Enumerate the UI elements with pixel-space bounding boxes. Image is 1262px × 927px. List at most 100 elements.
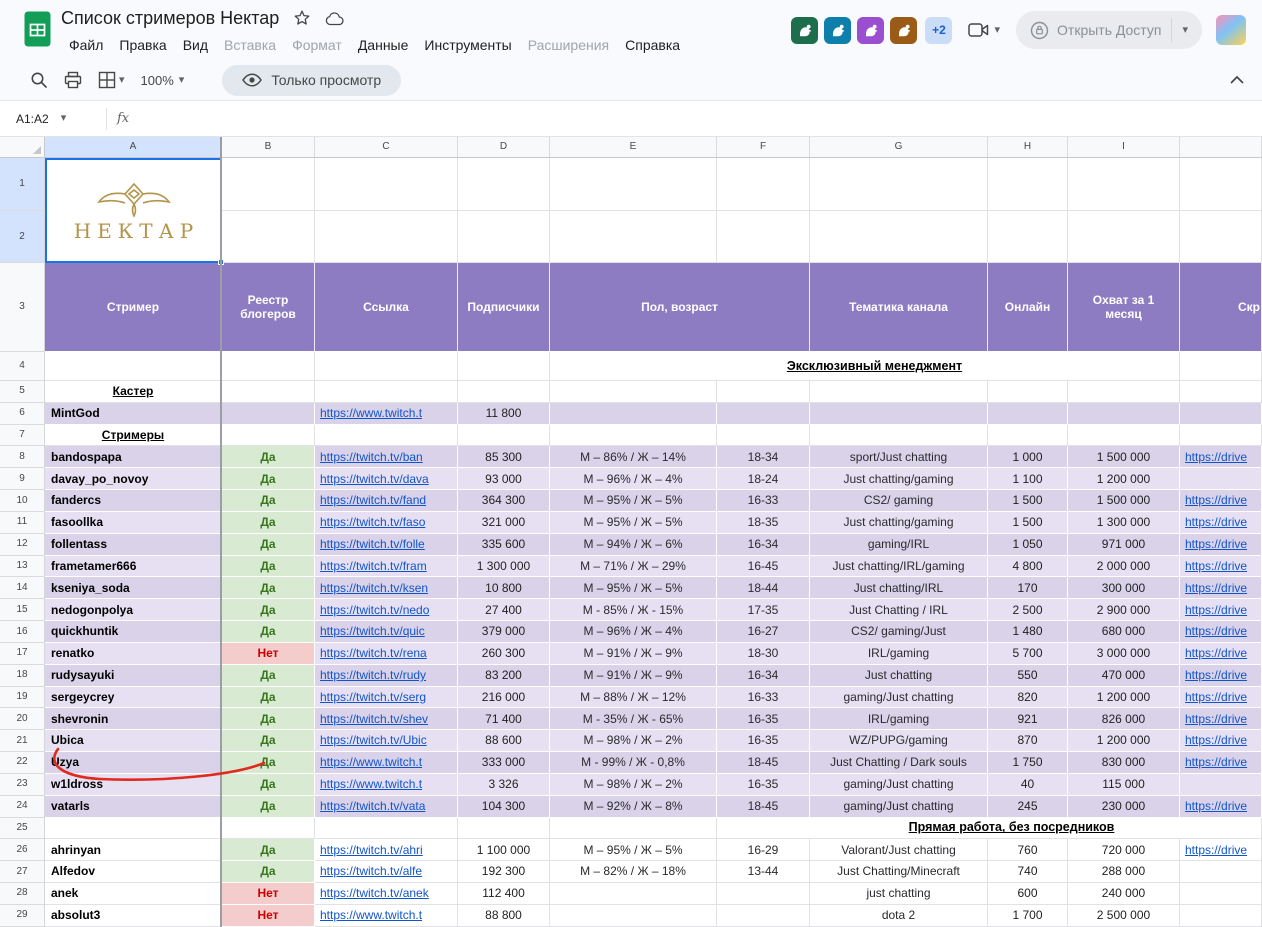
document-title[interactable]: Список стримеров Нектар [61, 8, 279, 29]
channel-link[interactable]: https://www.twitch.t [315, 752, 458, 774]
screenshots-link[interactable]: https://drive [1180, 752, 1262, 774]
row-header[interactable]: 20 [0, 708, 45, 730]
screenshots-link[interactable]: https://drive [1180, 665, 1262, 687]
row-header[interactable]: 11 [0, 512, 45, 534]
column-header-B[interactable]: B [222, 137, 315, 158]
profile-avatar[interactable] [1216, 15, 1246, 45]
menu-edit[interactable]: Правка [111, 33, 174, 57]
row-header[interactable]: 17 [0, 643, 45, 665]
cell[interactable] [550, 158, 717, 211]
channel-link[interactable]: https://www.twitch.t [315, 774, 458, 796]
row-header[interactable]: 28 [0, 883, 45, 905]
cell[interactable] [315, 211, 458, 263]
screenshots-link[interactable] [1180, 883, 1262, 905]
screenshots-link[interactable]: https://drive [1180, 708, 1262, 730]
row-header[interactable]: 29 [0, 905, 45, 927]
column-header-E[interactable]: E [550, 137, 717, 158]
row-header[interactable]: 19 [0, 687, 45, 709]
menu-insert[interactable]: Вставка [216, 33, 284, 57]
row-header[interactable]: 27 [0, 861, 45, 883]
name-box[interactable]: A1:A2 ▾ [0, 112, 96, 126]
row-header[interactable]: 4 [0, 352, 45, 381]
collaborator-avatar[interactable] [890, 17, 917, 44]
channel-link[interactable]: https://twitch.tv/ahri [315, 839, 458, 861]
row-header[interactable]: 25 [0, 818, 45, 840]
channel-link[interactable]: https://twitch.tv/vata [315, 796, 458, 818]
star-icon[interactable] [293, 9, 311, 27]
cell[interactable] [810, 425, 988, 447]
meet-video-call-button[interactable]: ▾ [968, 22, 1000, 38]
cell[interactable] [315, 425, 458, 447]
screenshots-link[interactable]: https://drive [1180, 534, 1262, 556]
select-all-button[interactable] [0, 137, 45, 158]
screenshots-link[interactable]: https://drive [1180, 599, 1262, 621]
cell[interactable] [1180, 352, 1262, 381]
channel-link[interactable]: https://twitch.tv/shev [315, 708, 458, 730]
collapse-toolbar-icon[interactable] [1230, 72, 1244, 87]
screenshots-link[interactable]: https://drive [1180, 512, 1262, 534]
cell[interactable] [717, 381, 810, 403]
menu-extensions[interactable]: Расширения [520, 33, 617, 57]
screenshots-link[interactable] [1180, 774, 1262, 796]
screenshots-link[interactable]: https://drive [1180, 796, 1262, 818]
channel-link[interactable]: https://twitch.tv/fram [315, 556, 458, 578]
cell[interactable] [458, 352, 550, 381]
screenshots-link[interactable] [1180, 905, 1262, 927]
cell[interactable] [550, 381, 717, 403]
column-header-G[interactable]: G [810, 137, 988, 158]
screenshots-link[interactable] [1180, 468, 1262, 490]
menu-file[interactable]: Файл [61, 33, 111, 57]
collaborator-overflow-badge[interactable]: +2 [925, 17, 952, 44]
screenshots-link[interactable] [1180, 861, 1262, 883]
row-header[interactable]: 22 [0, 752, 45, 774]
cell[interactable] [1180, 211, 1262, 263]
cell[interactable] [222, 158, 315, 211]
channel-link[interactable]: https://twitch.tv/faso [315, 512, 458, 534]
row-header[interactable]: 5 [0, 381, 45, 403]
logo-cell-selection[interactable]: НЕКТАР [45, 158, 222, 263]
screenshots-link[interactable] [1180, 403, 1262, 425]
screenshots-link[interactable]: https://drive [1180, 556, 1262, 578]
row-header[interactable]: 24 [0, 796, 45, 818]
channel-link[interactable]: https://twitch.tv/ksen [315, 577, 458, 599]
row-header[interactable]: 16 [0, 621, 45, 643]
frozen-pane-divider[interactable] [220, 137, 222, 927]
row-header[interactable]: 10 [0, 490, 45, 512]
cell[interactable] [45, 352, 222, 381]
column-header-H[interactable]: H [988, 137, 1068, 158]
cell[interactable] [458, 158, 550, 211]
cell[interactable] [45, 818, 222, 840]
cell[interactable] [1068, 211, 1180, 263]
cell[interactable] [222, 425, 315, 447]
cell[interactable] [1068, 381, 1180, 403]
collaborator-avatar[interactable] [824, 17, 851, 44]
cell[interactable] [1068, 158, 1180, 211]
cell[interactable] [550, 211, 717, 263]
cell[interactable] [315, 158, 458, 211]
screenshots-link[interactable]: https://drive [1180, 577, 1262, 599]
screenshots-link[interactable]: https://drive [1180, 621, 1262, 643]
cell[interactable] [988, 381, 1068, 403]
row-header[interactable]: 1 [0, 158, 45, 211]
cell[interactable] [988, 211, 1068, 263]
column-header-I[interactable]: I [1068, 137, 1180, 158]
cell[interactable] [315, 818, 458, 840]
screenshots-link[interactable]: https://drive [1180, 687, 1262, 709]
menu-format[interactable]: Формат [284, 33, 350, 57]
cell[interactable] [717, 425, 810, 447]
row-header[interactable]: 8 [0, 446, 45, 468]
menu-data[interactable]: Данные [350, 33, 417, 57]
search-icon[interactable] [30, 71, 48, 89]
cell[interactable] [1180, 158, 1262, 211]
column-header-partial[interactable] [1180, 137, 1262, 158]
menu-help[interactable]: Справка [617, 33, 688, 57]
cell[interactable] [458, 818, 550, 840]
share-button[interactable]: Открыть Доступ ▾ [1016, 11, 1202, 49]
column-header-C[interactable]: C [315, 137, 458, 158]
cell[interactable] [1180, 381, 1262, 403]
copy-format-icon[interactable]: ▾ [98, 71, 125, 89]
row-header[interactable]: 23 [0, 774, 45, 796]
screenshots-link[interactable]: https://drive [1180, 730, 1262, 752]
channel-link[interactable]: https://twitch.tv/rena [315, 643, 458, 665]
channel-link[interactable]: https://twitch.tv/Ubic [315, 730, 458, 752]
